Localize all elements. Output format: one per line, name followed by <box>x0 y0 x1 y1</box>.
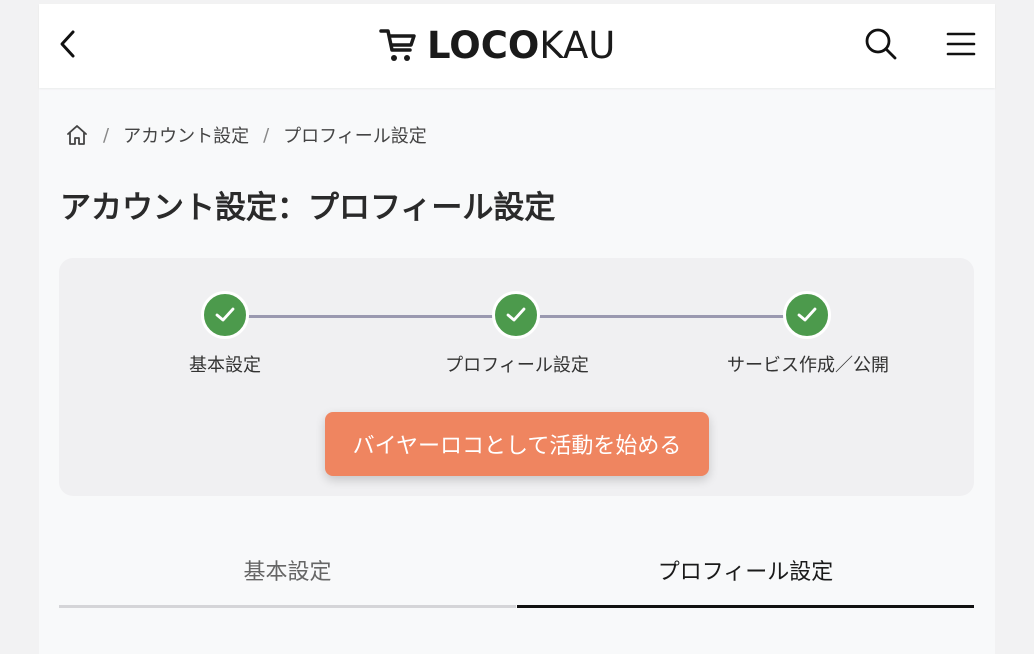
tab-basic-settings[interactable]: 基本設定 <box>59 534 516 608</box>
checkmark-icon <box>506 307 526 322</box>
breadcrumb-account-settings[interactable]: アカウント設定 <box>123 122 249 148</box>
breadcrumb: / アカウント設定 / プロフィール設定 <box>65 122 427 148</box>
app-header: LOCOKAU <box>39 4 995 88</box>
cart-icon <box>379 29 416 61</box>
home-icon[interactable] <box>65 124 89 146</box>
logo-text: LOCOKAU <box>427 27 615 64</box>
page-title: アカウント設定：プロフィール設定 <box>60 190 556 226</box>
progress-stepper: 基本設定 プロフィール設定 サービス作成／公開 バイヤーロコとして活動を始める <box>59 258 974 496</box>
settings-tabs: 基本設定 プロフィール設定 <box>59 534 974 608</box>
breadcrumb-separator: / <box>263 124 270 146</box>
checkmark-icon <box>215 307 235 322</box>
app-frame: LOCOKAU / アカウント設定 / プロフィール設定 アカウント設定：プロフ… <box>39 4 995 654</box>
step-2-label: プロフィール設定 <box>445 355 589 376</box>
logo-bold-text: LOCO <box>427 23 540 67</box>
logo[interactable]: LOCOKAU <box>379 22 615 68</box>
step-1-label: 基本設定 <box>189 355 261 376</box>
menu-button[interactable] <box>943 26 979 62</box>
checkmark-icon <box>797 307 817 322</box>
tab-profile-settings[interactable]: プロフィール設定 <box>517 534 974 608</box>
step-3-label: サービス作成／公開 <box>727 355 889 376</box>
back-button[interactable] <box>53 26 83 62</box>
step-3-complete-indicator <box>783 291 831 339</box>
step-2-complete-indicator <box>492 291 540 339</box>
search-icon <box>865 28 897 60</box>
step-1-complete-indicator <box>201 291 249 339</box>
search-button[interactable] <box>863 26 899 62</box>
hamburger-menu-icon <box>946 32 976 56</box>
breadcrumb-profile-settings: プロフィール設定 <box>283 126 427 147</box>
breadcrumb-separator: / <box>103 124 110 146</box>
logo-light-text: KAU <box>539 23 616 67</box>
start-as-buyer-loco-button[interactable]: バイヤーロコとして活動を始める <box>325 412 709 476</box>
chevron-left-icon <box>60 30 75 58</box>
